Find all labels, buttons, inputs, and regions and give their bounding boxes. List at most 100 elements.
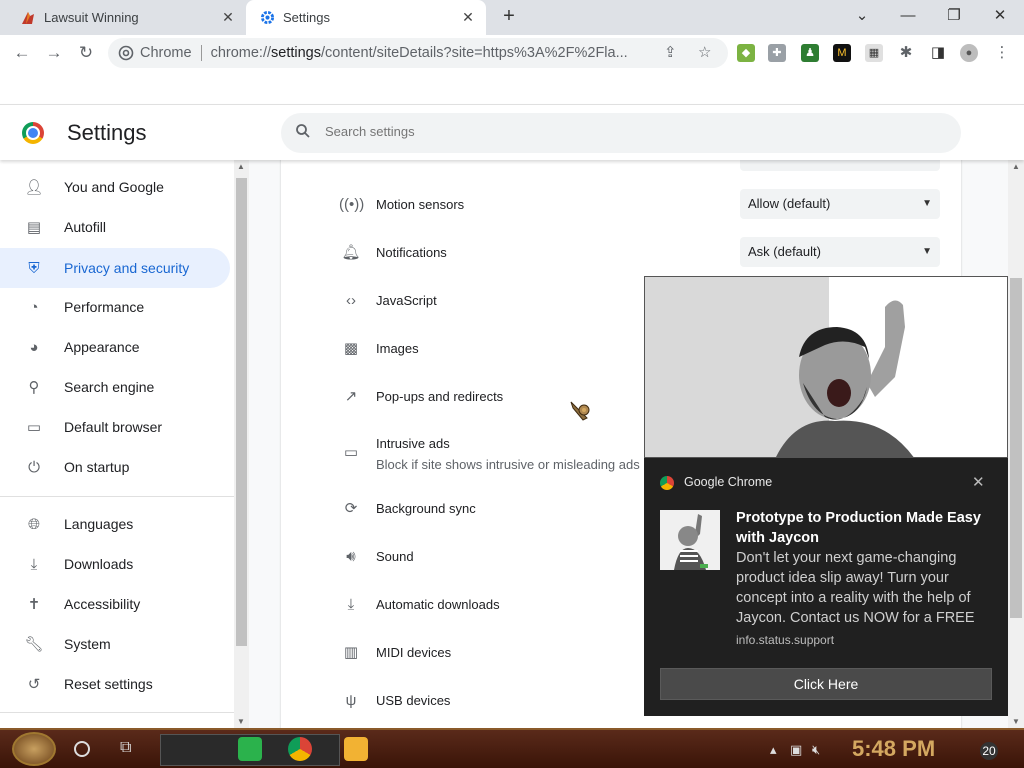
tab-title: Lawsuit Winning xyxy=(44,10,139,25)
notification-app-name: Google Chrome xyxy=(684,475,773,489)
extension-grid-icon[interactable]: ▦ xyxy=(865,44,883,62)
address-bar[interactable]: Chrome chrome://settings/content/siteDet… xyxy=(108,38,728,68)
extension-m-icon[interactable]: M xyxy=(833,44,851,62)
tab-title: Settings xyxy=(283,10,330,25)
globe-icon: 🌐︎ xyxy=(27,515,40,533)
omnibox-separator xyxy=(200,45,202,61)
sidebar-item-label: Performance xyxy=(64,299,145,315)
scroll-up-arrow-icon[interactable]: ▲ xyxy=(1012,162,1020,171)
close-window-button[interactable]: ✕ xyxy=(986,4,1014,28)
notification-close-icon[interactable]: ✕ xyxy=(972,473,985,491)
sidebar-item-label: System xyxy=(64,636,111,652)
scrollbar-thumb[interactable] xyxy=(1010,278,1022,618)
accessibility-icon: ✝ xyxy=(27,596,41,613)
tab-close-icon[interactable]: ✕ xyxy=(220,9,236,26)
bookmark-star-icon[interactable]: ☆ xyxy=(698,43,711,61)
sidebar-item-label: Search engine xyxy=(64,379,155,395)
sidebar: 👤︎ You and Google ▤ Autofill ⛨ Privacy and … xyxy=(0,160,234,728)
permission-row-motion-sensors: ((•)) Motion sensors Allow (default) ▼ xyxy=(281,180,961,228)
tray-chevron-icon[interactable]: ▴ xyxy=(770,742,777,758)
sidebar-item-on-startup[interactable]: ⏻ On startup xyxy=(0,447,230,487)
sidebar-item-accessibility[interactable]: ✝ Accessibility xyxy=(0,584,230,624)
start-button[interactable] xyxy=(12,732,56,766)
scrollbar-thumb[interactable] xyxy=(236,178,247,646)
sidebar-item-label: Default browser xyxy=(64,419,163,435)
notification-body: Don't let your next game-changing produc… xyxy=(736,550,975,626)
speaker-icon: 🔊︎ xyxy=(346,547,356,565)
download-icon: ⤓ xyxy=(30,555,38,573)
chrome-notification[interactable]: Google Chrome ✕ Prototype to Production … xyxy=(644,458,1008,716)
motion-sensors-select[interactable]: Allow (default) ▼ xyxy=(740,189,940,219)
usb-icon: ψ xyxy=(345,691,357,709)
permission-sublabel: Block if site shows intrusive or mislead… xyxy=(376,457,640,472)
tab-lawsuit-winning[interactable]: Lawsuit Winning ✕ xyxy=(8,0,246,35)
sidebar-item-default-browser[interactable]: ▭ Default browser xyxy=(0,407,230,447)
piano-icon: ▥ xyxy=(343,644,359,661)
volume-muted-icon[interactable]: 🔇︎ xyxy=(812,742,820,758)
extensions-puzzle-icon[interactable]: ✱ xyxy=(897,44,915,62)
bell-icon: 🔔︎ xyxy=(341,244,361,261)
sidebar-scrollbar[interactable]: ▲ ▼ xyxy=(234,160,249,728)
scroll-down-arrow-icon[interactable]: ▼ xyxy=(237,717,245,726)
taskbar-file-explorer-icon[interactable] xyxy=(344,737,368,761)
tab-search-icon[interactable]: ⌄ xyxy=(848,4,876,28)
chrome-logo-icon xyxy=(22,122,44,144)
taskbar-clock[interactable]: 5:48 PM xyxy=(852,736,935,762)
restore-button[interactable]: ❐ xyxy=(940,4,968,28)
menu-kebab-icon[interactable]: ⋮ xyxy=(993,44,1011,62)
extension-gamepad-icon[interactable]: ✚ xyxy=(768,44,786,62)
permission-label: Pop-ups and redirects xyxy=(376,388,504,404)
wrench-icon: 🔧︎ xyxy=(24,636,44,653)
sidebar-divider xyxy=(0,712,234,713)
task-view-icon[interactable]: ⧉ xyxy=(120,739,131,757)
permission-label: Background sync xyxy=(376,500,476,516)
main-scrollbar[interactable]: ▲ ▼ xyxy=(1008,160,1024,728)
sidebar-item-performance[interactable]: ◔ Performance xyxy=(0,287,230,327)
mouse-cursor-icon xyxy=(570,401,590,421)
sidebar-item-appearance[interactable]: ◕ Appearance xyxy=(0,327,230,367)
sidebar-item-reset-settings[interactable]: ↺ Reset settings xyxy=(0,664,230,704)
extension-bag-icon[interactable]: ◆ xyxy=(737,44,755,62)
omnibox-url: chrome://settings/content/siteDetails?si… xyxy=(210,45,628,61)
sidebar-item-system[interactable]: 🔧︎ System xyxy=(0,624,230,664)
sidebar-item-you-and-google[interactable]: 👤︎ You and Google xyxy=(0,167,230,207)
search-icon xyxy=(295,123,311,143)
click-here-button[interactable]: Click Here xyxy=(660,668,992,700)
sidebar-item-languages[interactable]: 🌐︎ Languages xyxy=(0,504,230,544)
cheering-man-picture xyxy=(776,300,914,457)
side-panel-icon[interactable]: ◨ xyxy=(929,44,947,62)
sidebar-item-search-engine[interactable]: ⚲ Search engine xyxy=(0,367,230,407)
minimize-button[interactable]: — xyxy=(894,4,922,28)
taskbar-notes-app-icon[interactable] xyxy=(238,737,262,761)
forward-arrow-icon[interactable]: → xyxy=(42,41,66,65)
taskbar-chrome-icon[interactable] xyxy=(288,737,312,761)
search-settings-box[interactable] xyxy=(281,113,961,153)
profile-avatar-icon[interactable]: ● xyxy=(960,44,978,62)
permission-label: JavaScript xyxy=(376,292,437,308)
permission-label: Automatic downloads xyxy=(376,596,500,612)
tab-settings[interactable]: Settings ✕ xyxy=(246,0,486,35)
cortana-circle-icon[interactable] xyxy=(74,741,90,757)
notifications-select[interactable]: Ask (default) ▼ xyxy=(740,237,940,267)
back-arrow-icon[interactable]: ← xyxy=(10,41,34,65)
new-tab-button[interactable]: + xyxy=(498,6,520,28)
network-icon[interactable]: ▣ xyxy=(790,742,802,758)
sidebar-item-downloads[interactable]: ⤓ Downloads xyxy=(0,544,230,584)
scroll-down-arrow-icon[interactable]: ▼ xyxy=(1012,717,1020,726)
notification-hero-image[interactable] xyxy=(644,276,1008,458)
scroll-up-arrow-icon[interactable]: ▲ xyxy=(237,162,245,171)
site-favicon-icon xyxy=(22,11,34,24)
action-center-badge[interactable]: 20 xyxy=(980,742,998,760)
extension-figure-icon[interactable]: ♟ xyxy=(801,44,819,62)
sidebar-item-label: Accessibility xyxy=(64,596,141,612)
sidebar-item-privacy-and-security[interactable]: ⛨ Privacy and security xyxy=(0,248,230,288)
share-icon[interactable]: ⇪ xyxy=(664,43,677,61)
search-input[interactable] xyxy=(325,124,725,139)
tab-close-icon[interactable]: ✕ xyxy=(460,9,476,26)
search-icon: ⚲ xyxy=(28,379,40,396)
reload-icon[interactable]: ↻ xyxy=(74,41,98,65)
select-value: Ask (default) xyxy=(748,244,821,259)
sidebar-item-label: Reset settings xyxy=(64,676,153,692)
permission-row-notifications: 🔔︎ Notifications Ask (default) ▼ xyxy=(281,228,961,276)
sidebar-item-autofill[interactable]: ▤ Autofill xyxy=(0,207,230,247)
